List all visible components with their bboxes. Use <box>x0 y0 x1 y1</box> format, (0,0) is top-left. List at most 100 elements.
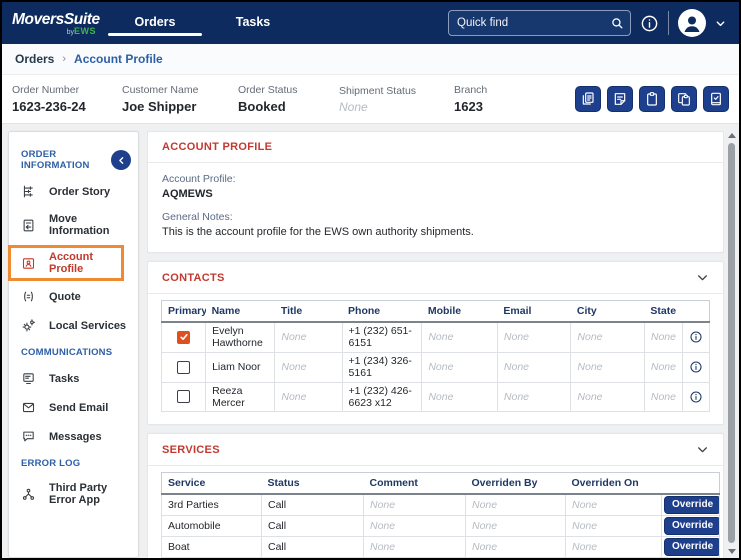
scroll-up-arrow[interactable] <box>728 133 736 138</box>
scroll-down-arrow[interactable] <box>728 549 736 554</box>
sidebar-item-quote[interactable]: Quote <box>9 282 138 311</box>
breadcrumb-orders[interactable]: Orders <box>15 52 54 66</box>
shipment-status-value: None <box>339 99 368 114</box>
contact-title: None <box>274 381 343 413</box>
clipboard-button[interactable] <box>639 86 665 112</box>
tab-tasks[interactable]: Tasks <box>204 7 302 40</box>
contact-email: None <box>496 351 572 383</box>
sidebar-section-communications: COMMUNICATIONS <box>9 347 138 358</box>
sidebar-section-label: ERROR LOG <box>21 458 81 469</box>
sidebar-collapse-button[interactable] <box>111 150 131 170</box>
chevron-down-icon[interactable] <box>696 443 709 456</box>
main-panel: ACCOUNT PROFILE Account Profile: AQMEWS … <box>147 131 724 558</box>
services-header: SERVICES <box>148 434 723 467</box>
contact-mobile: None <box>421 321 498 353</box>
check-icon <box>179 334 188 341</box>
chevron-down-icon[interactable] <box>696 271 709 284</box>
sidebar-item-label: Local Services <box>49 319 127 332</box>
sidebar-item-send-email[interactable]: Send Email <box>9 393 138 422</box>
services-table-wrap: Service Status Comment Overriden By Over… <box>148 466 723 558</box>
sidebar-item-label: Account Profile <box>49 251 93 275</box>
logo-by: by <box>66 28 74 36</box>
clipboard-icon <box>644 91 660 107</box>
sidebar-item-tasks[interactable]: Tasks <box>9 364 138 393</box>
order-number-label: Order Number <box>12 84 80 96</box>
book-check-button[interactable] <box>703 86 729 112</box>
sidebar-item-account-profile[interactable]: Account Profile <box>8 245 124 281</box>
contacts-section: CONTACTS Primary Name Title Phone Mobile… <box>147 261 724 426</box>
service-name: Boat <box>161 536 262 558</box>
col-state: State <box>644 300 683 323</box>
app-logo: MoversSuite byEWS <box>12 11 100 36</box>
col-primary: Primary <box>161 300 206 323</box>
contact-phone: +1 (232) 426-6623 x12 <box>341 381 423 413</box>
sidebar-item-messages[interactable]: Messages <box>9 422 138 451</box>
search-icon[interactable] <box>611 17 624 30</box>
order-number-field: Order Number 1623-236-24 <box>12 84 122 114</box>
contact-city: None <box>570 381 645 413</box>
send-email-icon <box>21 400 36 415</box>
moverssuite-app-window: MoversSuite byEWS Orders Tasks Quick fin… <box>0 0 741 560</box>
primary-checkbox[interactable] <box>177 360 191 374</box>
clipboard-copy-button[interactable] <box>671 86 697 112</box>
service-name: 3rd Parties <box>161 493 262 517</box>
services-table: Service Status Comment Overriden By Over… <box>161 472 720 558</box>
sidebar-item-order-story[interactable]: Order Story <box>9 177 138 206</box>
contact-name: Evelyn Hawthorne <box>205 321 276 353</box>
account-profile-body: Account Profile: AQMEWS General Notes: T… <box>148 163 723 252</box>
shipment-status-label: Shipment Status <box>339 84 417 97</box>
contact-email: None <box>496 321 572 353</box>
sidebar-item-third-party-error-app[interactable]: Third Party Error App <box>9 475 138 513</box>
override-button[interactable]: Override <box>664 496 719 515</box>
col-status: Status <box>261 472 364 496</box>
breadcrumb-current: Account Profile <box>74 52 163 66</box>
section-title: CONTACTS <box>162 271 225 284</box>
primary-checkbox[interactable] <box>177 330 191 344</box>
service-name: Automobile <box>161 515 262 538</box>
service-comment: None <box>363 493 466 517</box>
sidebar-item-label: Move Information <box>49 213 110 237</box>
col-email: Email <box>497 300 571 323</box>
clipboard-copy-icon <box>676 91 692 107</box>
sidebar-item-label: Order Story <box>49 185 111 198</box>
sidebar-item-move-information[interactable]: Move Information <box>9 206 138 244</box>
note-button[interactable] <box>607 86 633 112</box>
scrollbar-thumb[interactable] <box>728 143 735 543</box>
contacts-header: CONTACTS <box>148 262 723 294</box>
account-profile-section: ACCOUNT PROFILE Account Profile: AQMEWS … <box>147 131 724 253</box>
contact-info-icon[interactable] <box>689 360 703 374</box>
order-action-buttons <box>575 86 729 112</box>
user-menu-chevron-icon[interactable] <box>715 18 726 29</box>
order-status-value: Booked <box>238 99 286 114</box>
order-sidebar: ORDER INFORMATION Order Story Move Infor… <box>8 131 139 558</box>
sidebar-section-error-log: ERROR LOG <box>9 458 138 469</box>
primary-checkbox[interactable] <box>177 390 191 404</box>
quick-find-input[interactable] <box>457 17 611 29</box>
sidebar-item-local-services[interactable]: Local Services <box>9 311 138 340</box>
contact-info-icon[interactable] <box>689 330 703 344</box>
contact-state: None <box>643 321 683 353</box>
col-city: City <box>570 300 645 323</box>
contact-info-icon[interactable] <box>689 390 703 404</box>
account-profile-field-value: AQMEWS <box>162 188 213 200</box>
info-icon[interactable] <box>640 14 659 33</box>
col-overriden-by: Overriden By <box>465 472 566 496</box>
breadcrumb-separator: › <box>62 53 67 65</box>
copy-document-button[interactable] <box>575 86 601 112</box>
contact-mobile: None <box>421 381 498 413</box>
customer-name-label: Customer Name <box>122 84 199 96</box>
service-overriden-by: None <box>465 536 566 558</box>
quick-find[interactable] <box>448 10 631 36</box>
section-title: SERVICES <box>162 443 220 456</box>
primary-tabs: Orders Tasks <box>106 7 302 40</box>
override-button[interactable]: Override <box>664 538 719 557</box>
service-overriden-on: None <box>565 515 662 538</box>
override-button[interactable]: Override <box>664 517 719 536</box>
service-row: Automobile Call None None None Override <box>161 515 720 538</box>
contacts-table-wrap: Primary Name Title Phone Mobile Email Ci… <box>148 294 723 424</box>
sidebar-item-label: Quote <box>49 290 81 303</box>
tab-orders[interactable]: Orders <box>106 7 204 40</box>
top-navbar: MoversSuite byEWS Orders Tasks <box>2 2 739 44</box>
vertical-scrollbar[interactable] <box>727 131 736 556</box>
avatar[interactable] <box>678 9 706 37</box>
